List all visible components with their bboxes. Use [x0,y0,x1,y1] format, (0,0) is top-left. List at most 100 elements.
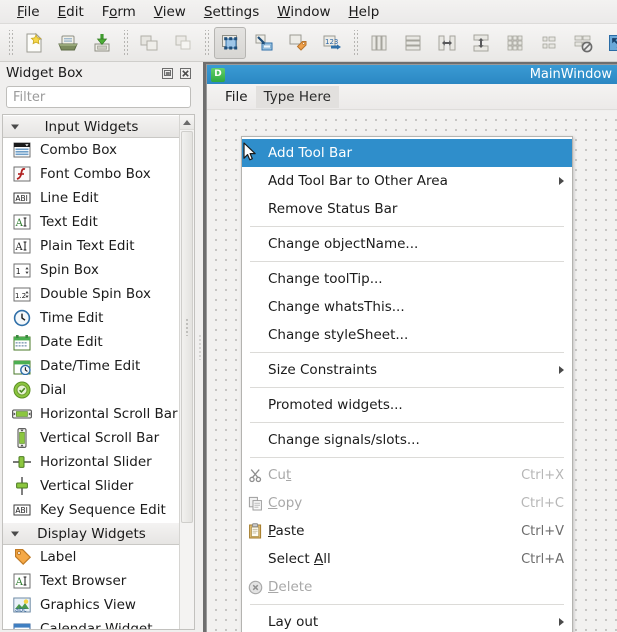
widget-item-label: Dial [40,382,66,398]
widget-item-text-browser[interactable]: AText Browser [3,569,180,593]
widget-item-text-edit[interactable]: AText Edit [3,210,180,234]
menu-item-promoted-widgets[interactable]: Promoted widgets... [242,391,572,419]
toolbar-grip-2[interactable] [122,30,129,56]
menu-item-icon-slot [242,297,268,317]
menu-file[interactable]: File [8,1,49,23]
widget-item-calendar-widget[interactable]: Calendar Widget [3,617,180,629]
svg-text:123: 123 [325,38,338,46]
menu-item-change-objectname[interactable]: Change objectName... [242,230,572,258]
submenu-arrow-icon [559,618,564,626]
main-toolbar: 123 [0,24,617,62]
graphics-view-icon: abc [11,595,33,615]
dial-icon [11,380,33,400]
widget-item-time-edit[interactable]: Time Edit [3,306,180,330]
menu-item-size-constraints[interactable]: Size Constraints [242,356,572,384]
layout-grid-button[interactable] [499,27,531,59]
widget-item-vertical-slider[interactable]: Vertical Slider [3,474,180,498]
context-menu[interactable]: Add Tool BarAdd Tool Bar to Other AreaRe… [241,136,573,632]
toolbar-grip[interactable] [7,30,14,56]
menu-item-lay-out[interactable]: Lay out [242,608,572,632]
menu-item-label: Promoted widgets... [268,397,564,413]
widget-box-scrollbar[interactable] [179,115,194,629]
menu-item-add-tool-bar-to-other-area[interactable]: Add Tool Bar to Other Area [242,167,572,195]
menu-item-icon-slot [242,269,268,289]
open-form-button[interactable] [52,27,84,59]
layout-horizontal-splitter-button[interactable] [431,27,463,59]
double-spin-box-icon: 1.2 [11,284,33,304]
menu-form[interactable]: Form [93,1,145,23]
widget-item-combo-box[interactable]: Combo Box [3,138,180,162]
menu-settings[interactable]: Settings [195,1,268,23]
menu-item-add-tool-bar[interactable]: Add Tool Bar [242,139,572,167]
form-menu-placeholder[interactable]: Type Here [256,86,339,108]
save-form-button[interactable] [86,27,118,59]
float-dock-icon[interactable] [160,66,175,81]
menu-item-remove-status-bar[interactable]: Remove Status Bar [242,195,572,223]
edit-signals-slots-mode-button[interactable] [248,27,280,59]
widget-box-list-area: Input WidgetsCombo BoxFont Combo BoxABIL… [2,114,195,630]
form-title-bar[interactable]: D MainWindow [207,65,617,84]
svg-text:A: A [15,218,24,229]
edit-widgets-mode-button[interactable] [214,27,246,59]
widget-box-list[interactable]: Input WidgetsCombo BoxFont Combo BoxABIL… [3,115,180,629]
widget-item-graphics-view[interactable]: abcGraphics View [3,593,180,617]
widget-item-horizontal-scroll-bar[interactable]: Horizontal Scroll Bar [3,402,180,426]
toolbar-grip-4[interactable] [352,30,359,56]
scrollbar-thumb[interactable] [181,131,193,523]
close-dock-icon[interactable] [178,66,193,81]
copy-button[interactable] [133,27,165,59]
widget-category-display-widgets[interactable]: Display Widgets [3,522,180,545]
copy-icon [242,493,268,513]
menu-help[interactable]: Help [340,1,389,23]
svg-text:ABI: ABI [15,194,28,203]
adjust-size-button[interactable] [601,27,617,59]
menu-item-change-whatsthis[interactable]: Change whatsThis... [242,293,572,321]
menu-item-shortcut: Ctrl+A [505,552,564,567]
menu-item-change-tooltip[interactable]: Change toolTip... [242,265,572,293]
widget-item-spin-box[interactable]: 1Spin Box [3,258,180,282]
widget-item-date-time-edit[interactable]: Date/Time Edit [3,354,180,378]
form-menu-bar[interactable]: FileType Here [207,84,617,110]
widget-item-vertical-scroll-bar[interactable]: Vertical Scroll Bar [3,426,180,450]
menu-view[interactable]: View [145,1,195,23]
widget-category-input-widgets[interactable]: Input Widgets [3,115,180,138]
layout-form-button[interactable] [533,27,565,59]
edit-tab-order-mode-button[interactable]: 123 [316,27,348,59]
menu-item-select-all[interactable]: Select AllCtrl+A [242,545,572,573]
menu-item-icon-slot [242,549,268,569]
widget-item-plain-text-edit[interactable]: APlain Text Edit [3,234,180,258]
svg-text:ABI: ABI [15,506,28,515]
scroll-up-arrow-icon[interactable] [180,115,194,130]
widget-item-line-edit[interactable]: ABILine Edit [3,186,180,210]
widget-item-double-spin-box[interactable]: 1.2Double Spin Box [3,282,180,306]
date-edit-icon [11,332,33,352]
paste-clipboard-icon [242,521,268,541]
menu-item-paste[interactable]: PasteCtrl+V [242,517,572,545]
menu-window[interactable]: Window [268,1,339,23]
widget-item-horizontal-slider[interactable]: Horizontal Slider [3,450,180,474]
layout-horizontally-button[interactable] [363,27,395,59]
paste-windows-button[interactable] [167,27,199,59]
widget-item-key-sequence-edit[interactable]: ABIKey Sequence Edit [3,498,180,522]
toolbar-grip-3[interactable] [203,30,210,56]
layout-vertical-splitter-button[interactable] [465,27,497,59]
menu-item-change-signals-slots[interactable]: Change signals/slots... [242,426,572,454]
widget-item-font-combo-box[interactable]: Font Combo Box [3,162,180,186]
layout-vertically-button[interactable] [397,27,429,59]
svg-text:A: A [15,577,24,588]
svg-text:A: A [14,242,23,253]
menu-separator [250,226,564,227]
menu-item-change-stylesheet[interactable]: Change styleSheet... [242,321,572,349]
filter-input[interactable] [6,86,191,108]
break-layout-button[interactable] [567,27,599,59]
new-form-button[interactable] [18,27,50,59]
widget-item-label[interactable]: Label [3,545,180,569]
text-edit-icon: A [11,212,33,232]
edit-buddies-mode-button[interactable] [282,27,314,59]
widget-item-dial[interactable]: Dial [3,378,180,402]
menu-separator [250,261,564,262]
menu-item-label: Select All [268,551,505,567]
menu-edit[interactable]: Edit [49,1,93,23]
widget-item-date-edit[interactable]: Date Edit [3,330,180,354]
form-menu-file[interactable]: File [217,86,256,108]
